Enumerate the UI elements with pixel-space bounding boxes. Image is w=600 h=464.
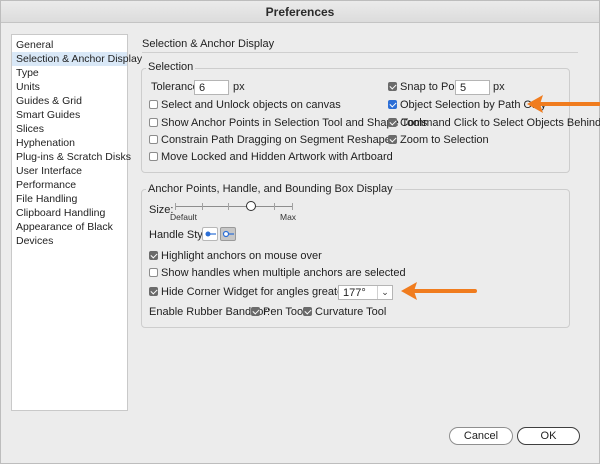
sidebar-item-hyphenation[interactable]: Hyphenation <box>12 136 127 150</box>
pen-tool-checkbox[interactable] <box>251 307 260 316</box>
pane-divider <box>142 52 578 53</box>
window-title: Preferences <box>265 5 335 19</box>
sidebar-item-slices[interactable]: Slices <box>12 122 127 136</box>
sidebar-item-appearance-of-black[interactable]: Appearance of Black <box>12 220 127 234</box>
select-unlock-label: Select and Unlock objects on canvas <box>161 99 341 111</box>
chevron-down-icon[interactable]: ⌄ <box>377 286 392 299</box>
title-bar[interactable]: Preferences <box>1 1 599 23</box>
sidebar-item-user-interface[interactable]: User Interface <box>12 164 127 178</box>
sidebar-item-selection-anchor-display[interactable]: Selection & Anchor Display <box>12 52 142 66</box>
move-locked-label: Move Locked and Hidden Artwork with Artb… <box>161 151 393 163</box>
size-slider-tick <box>274 203 275 210</box>
sidebar-item-file-handling[interactable]: File Handling <box>12 192 127 206</box>
corner-angle-select[interactable]: 177° ⌄ <box>338 285 393 300</box>
constrain-path-label: Constrain Path Dragging on Segment Resha… <box>161 134 391 146</box>
size-max-label: Max <box>280 212 297 222</box>
hide-corner-widget-checkbox[interactable] <box>149 287 158 296</box>
sidebar-item-type[interactable]: Type <box>12 66 127 80</box>
zoom-to-selection-checkbox[interactable] <box>388 135 397 144</box>
handle-style-solid-button[interactable] <box>202 227 218 241</box>
selection-group-label: Selection <box>146 61 196 73</box>
zoom-to-selection-label: Zoom to Selection <box>400 134 489 146</box>
sidebar-item-general[interactable]: General <box>12 38 127 52</box>
command-click-label: Command Click to Select Objects Behind <box>400 117 600 129</box>
size-slider-tick <box>292 203 293 210</box>
ok-button[interactable]: OK <box>517 427 580 445</box>
constrain-path-checkbox[interactable] <box>149 135 158 144</box>
pane-title: Selection & Anchor Display <box>142 38 275 50</box>
pen-tool-label: Pen Tool <box>263 306 306 318</box>
handle-hollow-icon <box>222 230 234 238</box>
annotation-arrow-icon <box>527 95 600 113</box>
annotation-arrow-icon <box>401 282 477 300</box>
snap-to-point-input[interactable]: 5 <box>455 80 490 95</box>
handle-style-hollow-button[interactable] <box>220 227 236 241</box>
anchor-display-group-label: Anchor Points, Handle, and Bounding Box … <box>146 183 395 195</box>
curvature-tool-checkbox[interactable] <box>303 307 312 316</box>
cancel-button[interactable]: Cancel <box>449 427 513 445</box>
move-locked-checkbox[interactable] <box>149 152 158 161</box>
size-slider-tick <box>175 203 176 210</box>
highlight-anchors-label: Highlight anchors on mouse over <box>161 250 322 262</box>
tolerance-input[interactable]: 6 <box>194 80 229 95</box>
select-unlock-checkbox[interactable] <box>149 100 158 109</box>
object-selection-by-path-checkbox[interactable] <box>388 100 397 109</box>
sidebar-item-clipboard-handling[interactable]: Clipboard Handling <box>12 206 127 220</box>
highlight-anchors-checkbox[interactable] <box>149 251 158 260</box>
snap-to-point-unit: px <box>493 81 505 93</box>
snap-to-point-checkbox[interactable] <box>388 82 397 91</box>
sidebar-item-smart-guides[interactable]: Smart Guides <box>12 108 127 122</box>
curvature-tool-label: Curvature Tool <box>315 306 387 318</box>
sidebar-item-plugins-scratch-disks[interactable]: Plug-ins & Scratch Disks <box>12 150 131 164</box>
show-handles-checkbox[interactable] <box>149 268 158 277</box>
size-slider-tick <box>228 203 229 210</box>
size-slider-thumb[interactable] <box>246 201 256 211</box>
sidebar-item-units[interactable]: Units <box>12 80 127 94</box>
handle-solid-icon <box>205 231 216 237</box>
size-min-label: Default <box>170 212 197 222</box>
show-handles-label: Show handles when multiple anchors are s… <box>161 267 406 279</box>
size-slider-tick <box>202 203 203 210</box>
sidebar-item-devices[interactable]: Devices <box>12 234 127 248</box>
command-click-checkbox[interactable] <box>388 118 397 127</box>
tolerance-unit: px <box>233 81 245 93</box>
show-anchor-points-checkbox[interactable] <box>149 118 158 127</box>
sidebar-item-guides-grid[interactable]: Guides & Grid <box>12 94 127 108</box>
corner-angle-value: 177° <box>343 287 366 299</box>
preferences-window: Preferences General Selection & Anchor D… <box>0 0 600 464</box>
size-slider-track[interactable] <box>175 206 293 207</box>
preferences-sidebar: General Selection & Anchor Display Type … <box>11 34 142 411</box>
sidebar-item-performance[interactable]: Performance <box>12 178 127 192</box>
